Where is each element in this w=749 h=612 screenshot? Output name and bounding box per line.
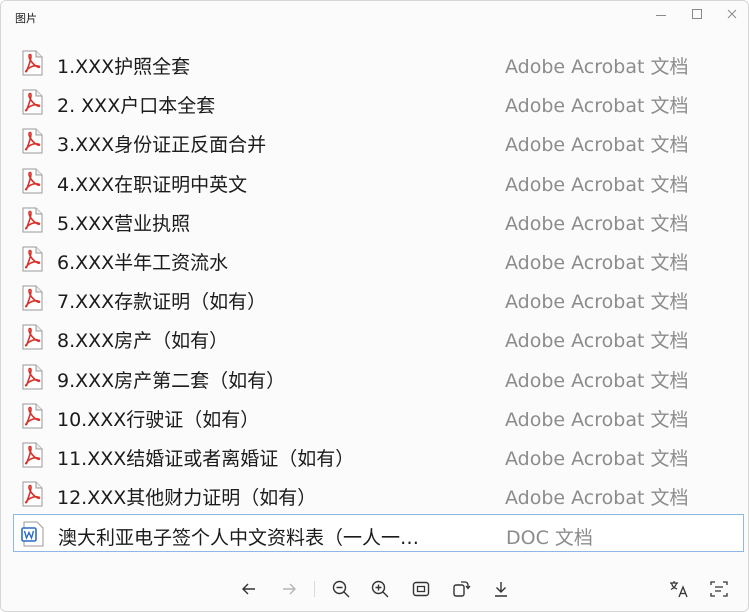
file-row[interactable]: 8.XXX房产（如有） Adobe Acrobat 文档 — [13, 318, 744, 356]
file-row[interactable]: 2. XXX户口本全套 Adobe Acrobat 文档 — [13, 83, 744, 121]
file-type: Adobe Acrobat 文档 — [505, 487, 689, 510]
file-type: Adobe Acrobat 文档 — [505, 95, 689, 118]
pdf-icon — [19, 364, 45, 390]
rotate-button[interactable] — [449, 577, 473, 601]
pdf-icon — [19, 89, 45, 115]
minimize-button[interactable] — [643, 3, 679, 25]
file-row[interactable]: 7.XXX存款证明（如有） Adobe Acrobat 文档 — [13, 279, 744, 317]
file-row[interactable]: 11.XXX结婚证或者离婚证（如有） Adobe Acrobat 文档 — [13, 436, 744, 474]
bottom-toolbar — [1, 571, 748, 607]
pdf-icon — [19, 128, 45, 154]
translate-icon — [670, 581, 688, 598]
file-type: Adobe Acrobat 文档 — [505, 212, 689, 235]
file-row[interactable]: 4.XXX在职证明中英文 Adobe Acrobat 文档 — [13, 162, 744, 200]
file-type: Adobe Acrobat 文档 — [505, 448, 689, 470]
window-title: 图片 — [15, 12, 37, 25]
pdf-icon — [19, 168, 45, 194]
file-name: 4.XXX在职证明中英文 — [57, 173, 248, 196]
pdf-icon — [19, 207, 45, 233]
pdf-icon — [19, 481, 45, 507]
word-doc-icon — [20, 521, 46, 547]
file-name: 2. XXX户口本全套 — [57, 95, 216, 118]
file-name: 10.XXX行驶证（如有） — [57, 408, 260, 431]
minimize-icon — [656, 14, 666, 16]
forward-arrow-icon — [283, 583, 296, 595]
pdf-icon — [19, 285, 45, 311]
zoom-in-icon — [371, 580, 389, 598]
file-row[interactable]: 6.XXX半年工资流水 Adobe Acrobat 文档 — [13, 240, 744, 278]
pdf-icon — [19, 246, 45, 272]
translate-button[interactable] — [667, 577, 691, 601]
forward-button[interactable] — [277, 577, 301, 601]
title-bar[interactable]: 图片 — [1, 1, 748, 35]
file-type: Adobe Acrobat 文档 — [505, 134, 689, 157]
back-arrow-icon — [242, 583, 255, 595]
file-name: 6.XXX半年工资流水 — [57, 252, 229, 274]
file-row[interactable]: 1.XXX护照全套 Adobe Acrobat 文档 — [13, 44, 744, 82]
actual-size-icon — [412, 581, 430, 597]
zoom-out-icon — [332, 580, 350, 598]
back-button[interactable] — [237, 577, 261, 601]
file-row[interactable]: 3.XXX身份证正反面合并 Adobe Acrobat 文档 — [13, 122, 744, 160]
zoom-in-button[interactable] — [368, 577, 392, 601]
file-type: Adobe Acrobat 文档 — [505, 173, 689, 196]
pdf-icon — [19, 50, 45, 76]
file-type: Adobe Acrobat 文档 — [505, 56, 689, 78]
file-type: Adobe Acrobat 文档 — [505, 252, 689, 274]
preview-window: 图片 1.XXX护照全套 Adobe Acrobat 文档 2. XXX户口本全套 A… — [0, 0, 749, 612]
file-name: 5.XXX营业执照 — [57, 212, 191, 235]
file-name: 9.XXX房产第二套（如有） — [57, 369, 286, 392]
file-type: Adobe Acrobat 文档 — [505, 369, 689, 392]
file-row[interactable]: 9.XXX房产第二套（如有） Adobe Acrobat 文档 — [13, 358, 744, 396]
toolbar-divider — [314, 581, 315, 597]
file-name: 8.XXX房产（如有） — [57, 330, 229, 353]
file-name: 12.XXX其他财力证明（如有） — [57, 487, 317, 510]
file-row[interactable]: 10.XXX行驶证（如有） Adobe Acrobat 文档 — [13, 397, 744, 435]
file-type: Adobe Acrobat 文档 — [505, 291, 689, 314]
maximize-button[interactable] — [679, 3, 715, 25]
file-type: Adobe Acrobat 文档 — [505, 330, 689, 353]
rotate-icon — [453, 581, 471, 597]
actual-size-button[interactable] — [409, 577, 433, 601]
file-type: DOC 文档 — [506, 527, 593, 550]
close-icon — [727, 9, 737, 19]
file-name: 澳大利亚电子签个人中文资料表（一人一… — [58, 527, 420, 550]
text-recognition-icon — [710, 581, 728, 597]
file-name: 1.XXX护照全套 — [57, 56, 191, 78]
file-row[interactable]: 5.XXX营业执照 Adobe Acrobat 文档 — [13, 201, 744, 239]
zoom-out-button[interactable] — [329, 577, 353, 601]
pdf-icon — [19, 403, 45, 429]
pdf-icon — [19, 442, 45, 468]
file-row[interactable]: 澳大利亚电子签个人中文资料表（一人一… DOC 文档 — [13, 514, 744, 553]
file-name: 11.XXX结婚证或者离婚证（如有） — [57, 448, 355, 470]
file-name: 7.XXX存款证明（如有） — [57, 291, 267, 314]
download-icon — [495, 582, 507, 597]
file-name: 3.XXX身份证正反面合并 — [57, 134, 267, 157]
file-row[interactable]: 12.XXX其他财力证明（如有） Adobe Acrobat 文档 — [13, 475, 744, 513]
pdf-icon — [19, 324, 45, 350]
file-list: 1.XXX护照全套 Adobe Acrobat 文档 2. XXX户口本全套 Adob… — [1, 39, 748, 567]
maximize-icon — [692, 9, 702, 19]
download-button[interactable] — [489, 577, 513, 601]
close-button[interactable] — [714, 3, 748, 25]
file-type: Adobe Acrobat 文档 — [505, 408, 689, 431]
text-recognition-button[interactable] — [707, 577, 731, 601]
